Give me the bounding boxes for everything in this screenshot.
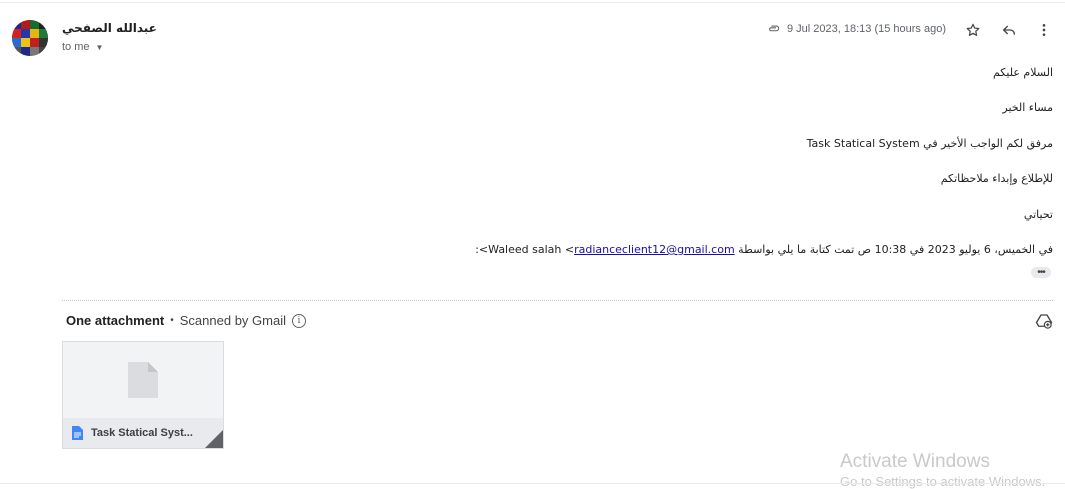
top-divider <box>0 2 1065 3</box>
attachment-footer: Task Statical Syst... <box>63 418 223 448</box>
bottom-divider <box>0 483 1065 484</box>
watermark-title: Activate Windows <box>840 451 990 472</box>
reply-button[interactable] <box>999 20 1019 40</box>
quoted-header-suffix: >: <box>475 243 489 256</box>
attachments-header: One attachment • Scanned by Gmail i <box>66 313 306 328</box>
add-to-drive-icon[interactable] <box>1035 312 1053 330</box>
star-button[interactable] <box>963 20 983 40</box>
recipient-dropdown[interactable]: to me ▼ <box>62 41 103 53</box>
more-vert-icon <box>1042 24 1046 36</box>
quoted-header: في الخميس، 6 يوليو 2023 في 10:38 ص تمت ك… <box>353 243 1053 256</box>
attachments-divider <box>62 300 1053 301</box>
star-icon <box>966 23 980 36</box>
separator-dot: • <box>170 315 174 326</box>
message-date: 9 Jul 2023, 18:13 (15 hours ago) <box>786 23 946 35</box>
attachment-thumbnail <box>63 342 223 418</box>
body-line-evening: مساء الخير <box>1002 101 1053 114</box>
message-meta: 9 Jul 2023, 18:13 (15 hours ago) <box>767 22 946 36</box>
info-icon[interactable]: i <box>292 313 306 328</box>
body-line-review: للإطلاع وإبداء ملاحظاتكم <box>940 172 1053 185</box>
attachment-card[interactable]: Task Statical Syst... <box>62 341 224 449</box>
attachments-count: One attachment <box>66 313 165 328</box>
body-line-regards: تحياتي <box>1023 208 1053 221</box>
attachment-filename: Task Statical Syst... <box>91 427 193 439</box>
quoted-email-link[interactable]: radianceclient12@gmail.com <box>574 243 735 256</box>
quoted-header-text: في الخميس، 6 يوليو 2023 في 10:38 ص تمت ك… <box>488 243 1053 256</box>
show-trimmed-content-button[interactable]: ••• <box>1031 267 1051 278</box>
docs-icon <box>72 426 83 440</box>
body-line-greeting: السلام عليكم <box>992 66 1053 79</box>
body-line-attachment-note: مرفق لكم الواجب الأخير في Task Statical … <box>806 137 1053 150</box>
scanned-label: Scanned by Gmail <box>179 313 286 328</box>
caret-down-icon: ▼ <box>95 42 104 52</box>
more-options-button[interactable] <box>1034 20 1054 40</box>
avatar[interactable] <box>12 20 48 56</box>
file-icon <box>128 362 158 398</box>
page-fold-corner <box>205 430 223 448</box>
recipient-label: to me <box>62 41 90 53</box>
paperclip-icon <box>769 25 780 32</box>
sender-name[interactable]: عبدالله الصفحي <box>62 21 157 35</box>
watermark-subtitle: Go to Settings to activate Windows. <box>840 474 1046 489</box>
reply-icon <box>1003 25 1015 35</box>
